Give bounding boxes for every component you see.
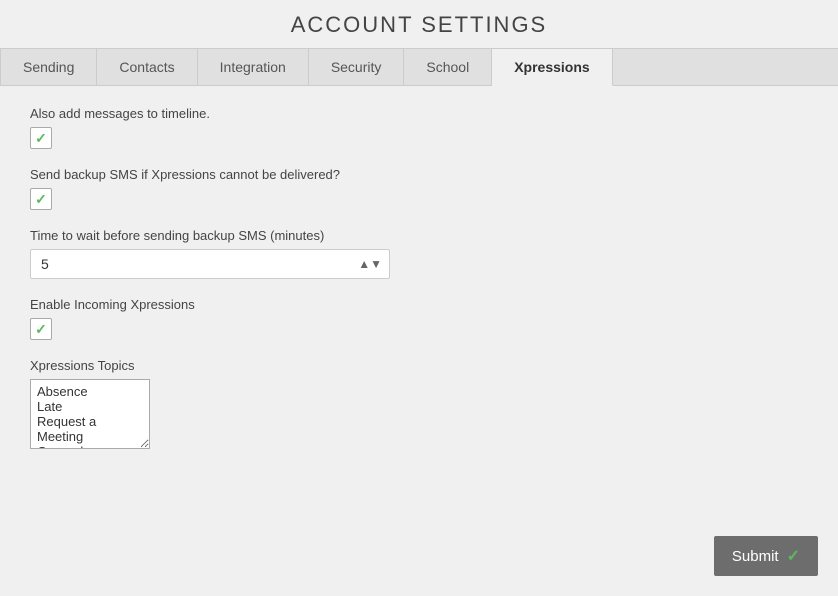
tabs-bar: Sending Contacts Integration Security Sc…	[0, 48, 838, 86]
topics-textarea[interactable]: Absence Late Request a Meeting General P…	[30, 379, 150, 449]
incoming-checkbox[interactable]: ✓	[30, 318, 52, 340]
tab-security[interactable]: Security	[309, 49, 405, 85]
backup-sms-checkmark: ✓	[35, 191, 47, 208]
tab-school[interactable]: School	[404, 49, 492, 85]
content-area: Also add messages to timeline. ✓ Send ba…	[0, 86, 838, 492]
tab-contacts[interactable]: Contacts	[97, 49, 197, 85]
topics-label: Xpressions Topics	[30, 358, 808, 373]
wait-time-label: Time to wait before sending backup SMS (…	[30, 228, 808, 243]
timeline-checkmark: ✓	[35, 130, 47, 147]
wait-time-select[interactable]: 5 10 15 30	[30, 249, 390, 279]
incoming-checkmark: ✓	[35, 321, 47, 338]
page-title: ACCOUNT SETTINGS	[0, 12, 838, 38]
backup-sms-row: Send backup SMS if Xpressions cannot be …	[30, 167, 808, 210]
timeline-label: Also add messages to timeline.	[30, 106, 808, 121]
submit-button[interactable]: Submit ✓	[714, 536, 818, 576]
submit-label: Submit	[732, 548, 779, 565]
incoming-row: Enable Incoming Xpressions ✓	[30, 297, 808, 340]
incoming-label: Enable Incoming Xpressions	[30, 297, 808, 312]
tab-sending[interactable]: Sending	[0, 49, 97, 85]
page-header: ACCOUNT SETTINGS	[0, 0, 838, 48]
tab-integration[interactable]: Integration	[198, 49, 309, 85]
wait-time-row: Time to wait before sending backup SMS (…	[30, 228, 808, 279]
tab-xpressions[interactable]: Xpressions	[492, 49, 612, 86]
backup-sms-checkbox[interactable]: ✓	[30, 188, 52, 210]
timeline-row: Also add messages to timeline. ✓	[30, 106, 808, 149]
timeline-checkbox[interactable]: ✓	[30, 127, 52, 149]
topics-row: Xpressions Topics Absence Late Request a…	[30, 358, 808, 454]
wait-time-select-wrapper: 5 10 15 30 ▲▼	[30, 249, 390, 279]
backup-sms-label: Send backup SMS if Xpressions cannot be …	[30, 167, 808, 182]
submit-check-icon: ✓	[787, 546, 800, 566]
